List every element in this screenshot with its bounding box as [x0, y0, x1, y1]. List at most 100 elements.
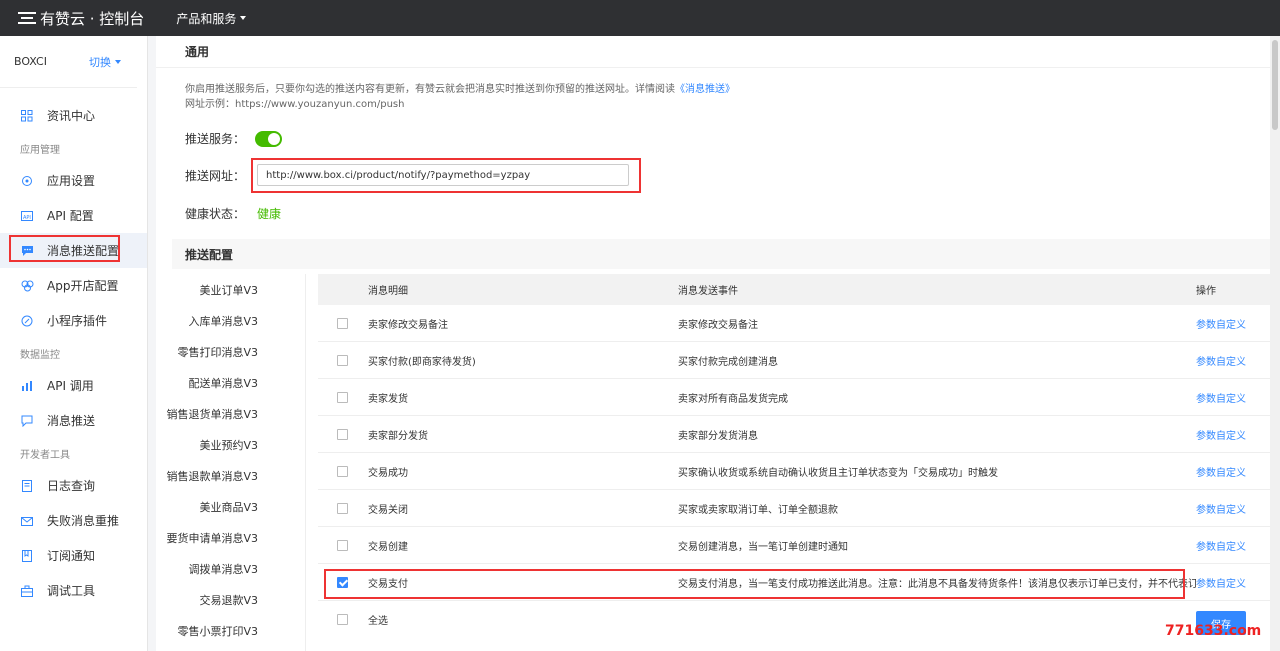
- param-customize-link[interactable]: 参数自定义: [1196, 501, 1280, 516]
- category-item[interactable]: 零售小票打印V3: [156, 615, 305, 646]
- description-line2: 网址示例：https://www.youzanyun.com/push: [185, 99, 405, 110]
- brand-title: 有赞云 · 控制台: [40, 9, 145, 28]
- section-general-title: 通用: [156, 36, 1280, 68]
- docs-link[interactable]: 《消息推送》: [675, 84, 735, 95]
- sidebar-item-label: 日志查询: [47, 479, 96, 493]
- category-item[interactable]: 美业预约V3: [156, 429, 305, 460]
- sidebar-item-debug-tools[interactable]: 调试工具: [0, 573, 147, 608]
- table-header: 消息明细 消息发送事件 操作: [318, 274, 1280, 305]
- app-icon: [20, 279, 34, 293]
- select-all-row: 全选: [318, 601, 1280, 638]
- health-status: 健康: [257, 207, 282, 221]
- table-row: 交易支付 交易支付消息，当一笔支付成功推送此消息。注意：此消息不具备发待货条件！该…: [318, 564, 1280, 601]
- category-item[interactable]: 配送单消息V3: [156, 367, 305, 398]
- products-menu[interactable]: 产品和服务: [176, 10, 247, 27]
- row-checkbox[interactable]: [336, 391, 348, 403]
- param-customize-link[interactable]: 参数自定义: [1196, 353, 1280, 368]
- sidebar-item-label: 失败消息重推: [47, 514, 120, 528]
- miniprogram-icon: [20, 314, 34, 328]
- message-event: 交易支付消息，当一笔支付成功推送此消息。注意：此消息不具备发待货条件！该消息仅表…: [678, 578, 1196, 590]
- category-list: 美业订单V3 入库单消息V3 零售打印消息V3 配送单消息V3 销售退货单消息V3 美业预…: [156, 274, 306, 651]
- api-icon: API: [20, 209, 34, 223]
- message-name: 交易创建: [368, 541, 408, 553]
- products-menu-label: 产品和服务: [176, 11, 237, 26]
- col-event-header: 消息发送事件: [678, 286, 738, 297]
- param-customize-link[interactable]: 参数自定义: [1196, 427, 1280, 442]
- message-event: 卖家对所有商品发货完成: [678, 393, 788, 405]
- watermark: 771633.com: [1165, 623, 1262, 639]
- sidebar: BOXCI 切换 资讯中心 应用管理 应用设置 API API 配置 消息推送配…: [0, 36, 148, 651]
- brand-logo[interactable]: 有赞云 · 控制台: [18, 8, 144, 29]
- row-checkbox[interactable]: [336, 317, 348, 329]
- shop-header: BOXCI 切换: [0, 36, 137, 88]
- push-url-label: 推送网址：: [185, 168, 246, 183]
- category-item[interactable]: 美业订单V3: [156, 274, 305, 305]
- push-url-input[interactable]: [257, 164, 630, 186]
- category-item[interactable]: 交易退款V3: [156, 584, 305, 615]
- sidebar-item-app-store-config[interactable]: App开店配置: [0, 268, 147, 303]
- row-checkbox[interactable]: [336, 428, 348, 440]
- sidebar-item-label: 小程序插件: [47, 314, 108, 328]
- table-row: 买家付款(即商家待发货) 买家付款完成创建消息 参数自定义: [318, 342, 1280, 379]
- sidebar-item-news[interactable]: 资讯中心: [0, 98, 147, 133]
- param-customize-link[interactable]: 参数自定义: [1196, 316, 1280, 331]
- sidebar-item-label: 订阅通知: [47, 549, 96, 563]
- sidebar-item-label: 消息推送配置: [47, 244, 120, 258]
- row-checkbox[interactable]: [336, 502, 348, 514]
- message-icon: [20, 244, 34, 258]
- category-item[interactable]: 要货申请单消息V3: [156, 522, 305, 553]
- message-name: 卖家部分发货: [368, 430, 428, 442]
- message-table: 消息明细 消息发送事件 操作 卖家修改交易备注 卖家修改交易备注 参数自定义 买家付款…: [318, 274, 1280, 638]
- sidebar-item-failed-repush[interactable]: 失败消息重推: [0, 503, 147, 538]
- chevron-down-icon: [240, 16, 247, 20]
- gear-icon: [20, 174, 34, 188]
- category-item[interactable]: 销售退款单消息V3: [156, 460, 305, 491]
- category-item[interactable]: 零售打印消息V3: [156, 336, 305, 367]
- table-row: 交易关闭 买家或卖家取消订单、订单全额退款 参数自定义: [318, 490, 1280, 527]
- col-detail-header: 消息明细: [368, 286, 408, 297]
- sidebar-item-subscription[interactable]: 订阅通知: [0, 538, 147, 573]
- sidebar-item-api-config[interactable]: API API 配置: [0, 198, 147, 233]
- category-item[interactable]: 调拨单消息V3: [156, 553, 305, 584]
- row-checkbox[interactable]: [336, 539, 348, 551]
- sidebar-item-api-calls[interactable]: API 调用: [0, 368, 147, 403]
- section-push-config-title: 推送配置: [172, 239, 1280, 269]
- sidebar-item-log-query[interactable]: 日志查询: [0, 468, 147, 503]
- sidebar-item-label: 消息推送: [47, 414, 96, 428]
- scrollbar-thumb[interactable]: [1272, 40, 1278, 130]
- sidebar-item-label: 调试工具: [47, 584, 96, 598]
- row-checkbox[interactable]: [336, 354, 348, 366]
- sidebar-group-app: 应用管理: [20, 144, 60, 156]
- svg-text:API: API: [23, 215, 31, 221]
- push-service-toggle[interactable]: [255, 130, 283, 147]
- sidebar-item-message-push-config[interactable]: 消息推送配置: [0, 233, 147, 268]
- sidebar-item-label: API 配置: [47, 209, 94, 223]
- sidebar-item-miniprogram-plugin[interactable]: 小程序插件: [0, 303, 147, 338]
- row-checkbox[interactable]: [336, 465, 348, 477]
- param-customize-link[interactable]: 参数自定义: [1196, 390, 1280, 405]
- sidebar-item-label: 应用设置: [47, 174, 96, 188]
- message-event: 买家确认收货或系统自动确认收货且主订单状态变为「交易成功」时触发: [678, 467, 998, 479]
- description: 你启用推送服务后，只要你勾选的推送内容有更新，有赞云就会把消息实时推送到你预留的…: [156, 68, 1280, 112]
- category-item[interactable]: 入库单消息V3: [156, 305, 305, 336]
- category-item[interactable]: 销售退货单消息V3: [156, 398, 305, 429]
- param-customize-link[interactable]: 参数自定义: [1196, 464, 1280, 479]
- youzan-logo-icon: [18, 11, 36, 25]
- message-event: 卖家部分发货消息: [678, 430, 758, 442]
- chevron-down-icon: [115, 59, 121, 64]
- param-customize-link[interactable]: 参数自定义: [1196, 538, 1280, 553]
- mail-icon: [20, 514, 34, 528]
- message-event: 买家或卖家取消订单、订单全额退款: [678, 504, 838, 516]
- row-checkbox[interactable]: [336, 576, 348, 588]
- select-all-checkbox[interactable]: [336, 614, 348, 625]
- sidebar-item-app-settings[interactable]: 应用设置: [0, 163, 147, 198]
- param-customize-link[interactable]: 参数自定义: [1196, 575, 1280, 590]
- vertical-scrollbar[interactable]: [1270, 36, 1280, 651]
- message-name: 交易成功: [368, 467, 408, 479]
- shop-name: BOXCI: [14, 55, 47, 68]
- sidebar-item-message-push[interactable]: 消息推送: [0, 403, 147, 438]
- category-item[interactable]: 美业商品V3: [156, 491, 305, 522]
- switch-label: 切换: [89, 55, 111, 69]
- message-name: 买家付款(即商家待发货): [368, 356, 476, 368]
- switch-shop-button[interactable]: 切换: [89, 54, 121, 70]
